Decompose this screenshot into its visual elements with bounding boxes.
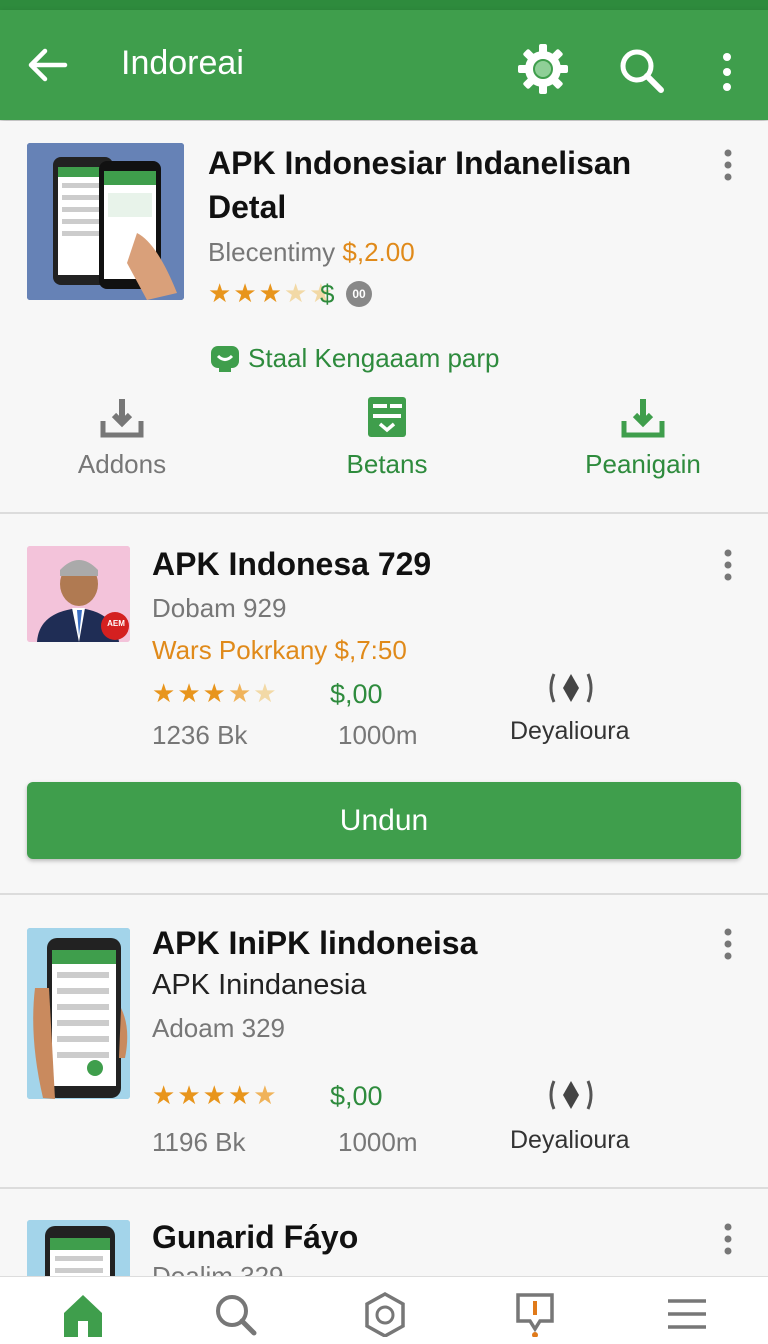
app-price: $,00	[330, 679, 383, 709]
app-rating: ★ ★ ★ ★ ★	[152, 1082, 277, 1108]
app-category: Deyalioura	[510, 1126, 630, 1154]
category-icon	[546, 668, 596, 708]
featured-app-card[interactable]: APK Indonesiar Indanelisan Detal Blecent…	[0, 121, 768, 514]
promo-text: Staal Kengaaam parp	[248, 343, 500, 373]
app-subtitle: APK Inindanesia	[152, 969, 367, 1001]
app-list-item[interactable]: APK IniPK lindoneisa APK Inindanesia Ado…	[0, 895, 768, 1189]
app-more-icon[interactable]	[718, 1219, 738, 1259]
app-downloads: 1236 Bk	[152, 720, 248, 750]
app-downloads: 1196 Bk	[152, 1127, 246, 1157]
app-title: Gunarid Fáyo	[152, 1219, 359, 1255]
promo-link[interactable]: Staal Kengaaam parp	[210, 343, 500, 374]
featured-rating: ★ ★ ★ ★ ★	[208, 280, 333, 306]
action-label: Peanigain	[585, 449, 701, 479]
checklist-icon	[362, 393, 412, 443]
chat-bubble-icon[interactable]	[510, 1291, 560, 1338]
star-icon: ★	[233, 278, 257, 308]
featured-price: $,2.00	[342, 237, 415, 267]
action-peanigain[interactable]: Peanigain	[543, 393, 743, 480]
app-size: 1000m	[338, 720, 418, 750]
chat-bubble-icon	[211, 345, 239, 372]
app-category: Deyalioura	[510, 717, 630, 745]
download-tray-icon	[618, 393, 668, 443]
more-vertical-icon[interactable]	[712, 50, 742, 94]
app-thumbnail	[27, 928, 130, 1099]
hexagon-icon[interactable]	[360, 1291, 410, 1339]
star-icon: ★	[227, 1080, 252, 1110]
app-thumbnail	[27, 1220, 130, 1276]
app-title: Indoreai	[121, 44, 244, 82]
download-tray-icon	[97, 393, 147, 443]
app-developer: Dobam 929	[152, 593, 287, 623]
app-developer: Adoam 329	[152, 1013, 285, 1043]
star-icon: ★	[177, 1080, 201, 1110]
app-rating: ★ ★ ★ ★ ★	[152, 680, 277, 706]
action-betans[interactable]: Betans	[287, 393, 487, 480]
star-icon: ★	[152, 678, 176, 708]
star-icon: ★	[152, 1080, 176, 1110]
app-title: APK Indonesa 729	[152, 546, 432, 582]
app-price: $,00	[330, 1081, 383, 1111]
star-icon: ★	[253, 678, 277, 708]
star-icon: ★	[283, 278, 308, 308]
menu-icon[interactable]	[662, 1291, 712, 1337]
search-icon[interactable]	[210, 1291, 260, 1337]
star-icon: ★	[227, 678, 252, 708]
featured-app-title-line2: Detal	[208, 189, 287, 225]
star-icon: ★	[253, 1080, 277, 1110]
search-icon[interactable]	[615, 44, 669, 98]
gear-icon[interactable]	[515, 41, 571, 97]
featured-app-title: APK Indonesiar Indanelisan	[208, 145, 632, 181]
install-button[interactable]: Undun	[27, 782, 741, 859]
home-icon[interactable]	[58, 1291, 108, 1337]
app-thumbnail: AEM	[27, 546, 130, 642]
star-icon: ★	[208, 278, 232, 308]
star-icon: ★	[177, 678, 201, 708]
star-icon: ★	[202, 678, 226, 708]
featured-price-symbol: $	[320, 279, 335, 309]
developer-name: Blecentimy	[208, 237, 336, 267]
action-addons[interactable]: Addons	[22, 393, 222, 480]
badge-text: 00	[352, 287, 366, 301]
thumb-badge: AEM	[107, 619, 125, 628]
featured-developer: Blecentimy $,2.00	[208, 237, 415, 268]
back-arrow-icon[interactable]	[22, 40, 72, 90]
featured-app-thumbnail	[27, 143, 184, 300]
app-developer: Doalim 329	[152, 1261, 284, 1276]
app-more-icon[interactable]	[718, 545, 738, 585]
app-title: APK IniPK lindoneisa	[152, 925, 478, 961]
star-icon: ★	[202, 1080, 226, 1110]
star-icon: ★	[258, 278, 282, 308]
app-promo-price: Wars Pokrkany $,7:50	[152, 635, 407, 665]
app-bar: Indoreai	[0, 10, 768, 120]
action-label: Addons	[77, 449, 167, 479]
app-more-icon[interactable]	[718, 924, 738, 964]
action-label: Betans	[346, 449, 428, 479]
app-size: 1000m	[338, 1127, 418, 1157]
featured-more-icon[interactable]	[718, 145, 738, 185]
featured-badge: 00	[346, 281, 372, 307]
bottom-navigation	[0, 1276, 768, 1344]
category-icon	[546, 1075, 596, 1115]
status-bar	[0, 0, 768, 10]
app-list-item[interactable]: Gunarid Fáyo Doalim 329	[0, 1189, 768, 1276]
